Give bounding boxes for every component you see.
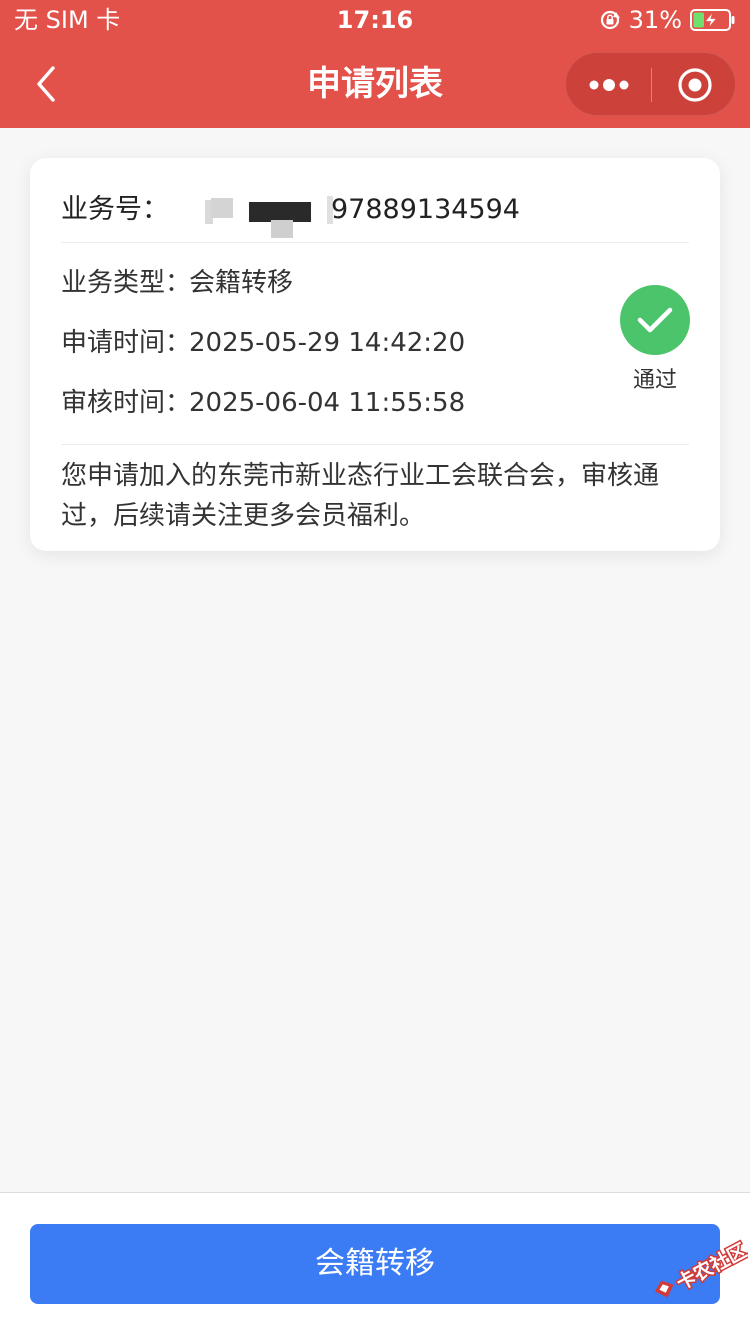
status-bar: 无 SIM 卡 17:16 31% bbox=[0, 0, 750, 40]
status-badge bbox=[620, 285, 690, 355]
bottom-bar: 会籍转移 bbox=[0, 1192, 750, 1334]
business-type-row: 业务类型：会籍转移 bbox=[61, 263, 293, 303]
business-number-label: 业务号： bbox=[61, 194, 169, 225]
redaction-mark bbox=[211, 198, 233, 218]
battery-charging-icon bbox=[690, 9, 735, 31]
business-type-value: 会籍转移 bbox=[189, 268, 294, 298]
business-number-value: 97889134594 bbox=[331, 194, 520, 225]
review-message: 您申请加入的东莞市新业态行业工会联合会，审核通过，后续请关注更多会员福利。 bbox=[61, 461, 660, 531]
more-button[interactable] bbox=[566, 53, 651, 117]
more-dots-icon bbox=[589, 79, 628, 91]
target-close-icon bbox=[677, 68, 712, 102]
miniprogram-capsule bbox=[565, 52, 736, 116]
status-label: 通过 bbox=[632, 368, 677, 393]
nav-bar: 申请列表 bbox=[0, 40, 750, 128]
status-right: 31% bbox=[599, 6, 736, 34]
orientation-lock-icon bbox=[600, 10, 620, 30]
divider bbox=[61, 242, 689, 243]
battery-percent: 31% bbox=[628, 6, 682, 34]
screen: 无 SIM 卡 17:16 31% 申请列表 业务号： 97889134594 … bbox=[0, 0, 750, 1334]
apply-time-value: 2025-05-29 14:42:20 bbox=[189, 328, 466, 358]
watermark-logo: 卡农社区 bbox=[654, 1237, 748, 1298]
review-time-value: 2025-06-04 11:55:58 bbox=[189, 388, 466, 418]
svg-text:卡农社区: 卡农社区 bbox=[673, 1239, 748, 1295]
review-time-label: 审核时间： bbox=[61, 388, 192, 418]
close-miniprogram-button[interactable] bbox=[652, 53, 737, 117]
divider bbox=[61, 444, 689, 445]
business-type-label: 业务类型： bbox=[61, 268, 192, 298]
redaction-mark bbox=[249, 202, 311, 222]
review-time-row: 审核时间：2025-06-04 11:55:58 bbox=[61, 383, 465, 423]
apply-time-label: 申请时间： bbox=[61, 328, 192, 358]
apply-time-row: 申请时间：2025-05-29 14:42:20 bbox=[61, 323, 465, 363]
redaction-mark bbox=[271, 220, 293, 238]
membership-transfer-button[interactable]: 会籍转移 bbox=[30, 1224, 720, 1304]
check-icon bbox=[637, 307, 673, 333]
application-card[interactable]: 业务号： 97889134594 业务类型：会籍转移 申请时间：2025-05-… bbox=[30, 158, 720, 551]
header: 无 SIM 卡 17:16 31% 申请列表 bbox=[0, 0, 750, 128]
